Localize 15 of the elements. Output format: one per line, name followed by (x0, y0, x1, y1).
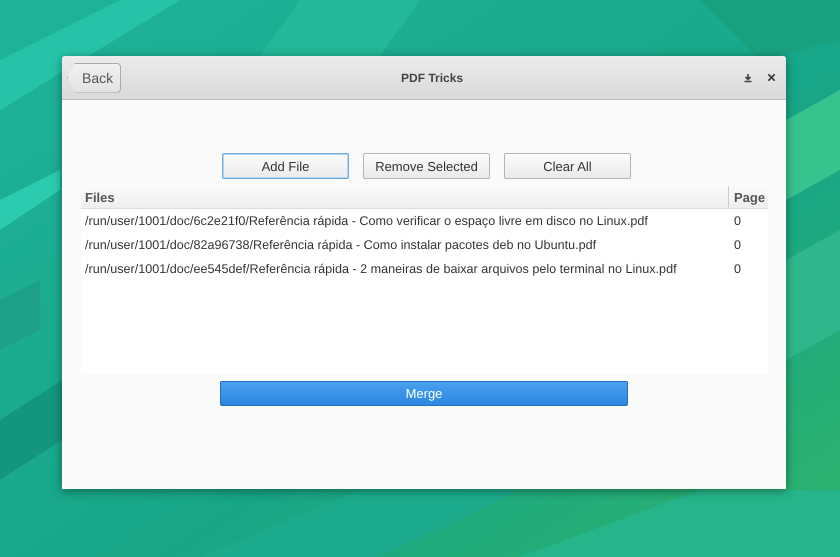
action-button[interactable]: Remove Selected (363, 153, 490, 179)
table-cell-text: 0 (733, 238, 742, 252)
action-button[interactable]: Add File (222, 153, 349, 179)
table-cell-text: 0 (733, 214, 742, 228)
close-icon[interactable] (767, 73, 776, 82)
table-cell-text: /run/user/1001/doc/6c2e21f0/Referência rápida - Como verificar o espaço livre em disco no Linux.pdf (84, 214, 649, 228)
table-cell-text: /run/user/1001/doc/ee545def/Referência rápida - 2 maneiras de baixar arquivos pelo terminal no Linux.pdf (84, 262, 678, 276)
table-cell-text: /run/user/1001/doc/82a96738/Referência rápida - Como instalar pacotes deb no Ubuntu.pdf (84, 238, 598, 252)
window-title: PDF Tricks (400, 70, 464, 84)
table-cell-text: 0 (733, 262, 742, 276)
back-button[interactable]: Back (67, 62, 122, 92)
download-icon[interactable] (743, 72, 753, 82)
column-header[interactable]: Files (81, 186, 729, 208)
action-button[interactable]: Clear All (504, 153, 631, 179)
column-header[interactable]: Page (729, 186, 768, 208)
